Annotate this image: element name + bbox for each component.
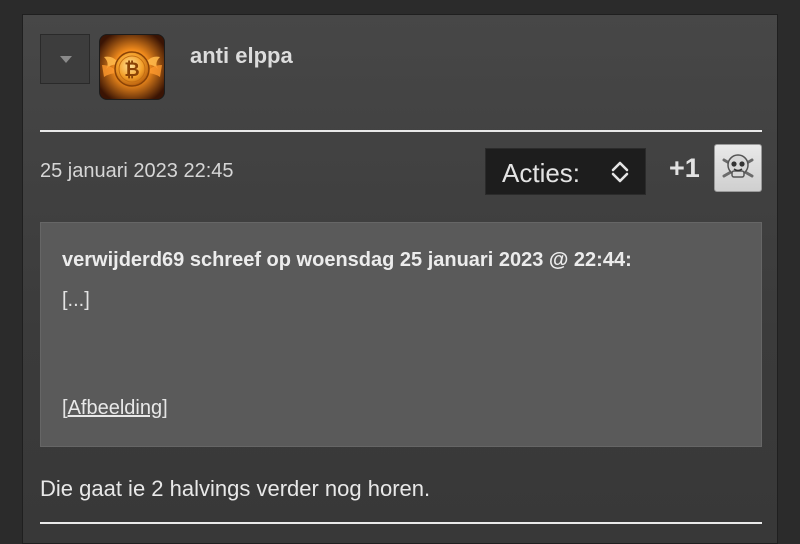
- quote-header: verwijderd69 schreef op woensdag 25 janu…: [62, 249, 632, 271]
- quote-image-placeholder: [Afbeelding]: [62, 397, 168, 420]
- quote-ellipsis: [...]: [62, 289, 90, 311]
- vote-button[interactable]: [714, 144, 762, 192]
- bitcoin-logo-icon: ₿: [100, 35, 164, 99]
- post-card: ₿ anti elppa 25 januari 2023 22:45 Actie…: [22, 14, 778, 544]
- author-name[interactable]: anti elppa: [190, 43, 293, 69]
- collapse-button[interactable]: [40, 34, 90, 84]
- actions-dropdown[interactable]: Acties:: [485, 148, 646, 195]
- skull-smiley-icon: [722, 154, 754, 178]
- up-down-chevron-icon: [611, 161, 629, 183]
- caret-down-icon: [60, 56, 72, 63]
- image-link[interactable]: Afbeelding: [68, 397, 163, 419]
- bracket-close: ]: [162, 397, 168, 419]
- post-timestamp: 25 januari 2023 22:45: [40, 160, 234, 182]
- header-divider: [40, 130, 762, 132]
- svg-text:₿: ₿: [124, 60, 139, 81]
- post-message: Die gaat ie 2 halvings verder nog horen.: [40, 476, 431, 501]
- actions-label: Acties:: [502, 158, 581, 188]
- avatar[interactable]: ₿: [99, 34, 165, 100]
- score-count: +1: [669, 153, 700, 183]
- quote-block: verwijderd69 schreef op woensdag 25 janu…: [40, 222, 762, 447]
